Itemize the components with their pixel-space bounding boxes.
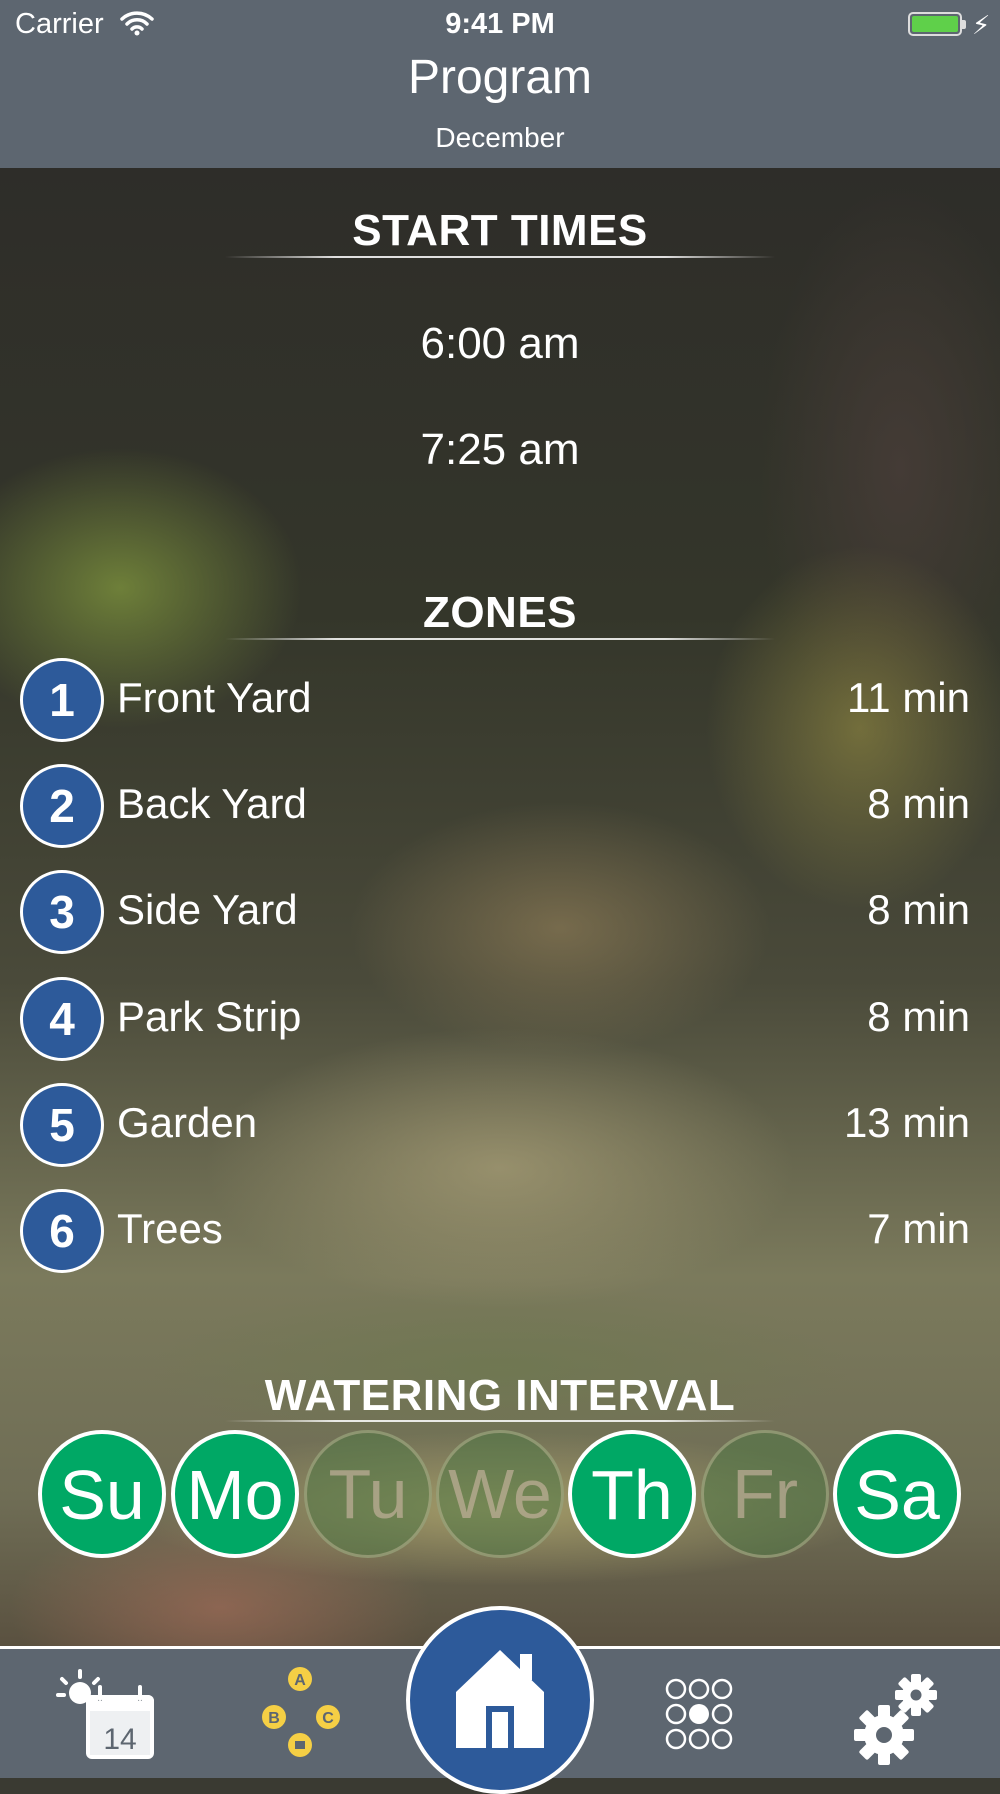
zone-name: Side Yard [117,886,298,933]
zones-heading: ZONES [422,588,578,637]
weather-calendar-icon: 14 [56,1669,154,1759]
page-title: Program [407,51,593,104]
day-toggle-sunday[interactable]: Su [38,1430,166,1558]
tab-settings[interactable] [848,1649,948,1781]
battery-level-fill [912,16,958,32]
tab-programs[interactable]: A B C [252,1649,352,1781]
zone-row[interactable]: 1 Front Yard 11 min [0,658,1000,748]
calendar-day-number: 14 [103,1723,136,1756]
zones-grid-icon [665,1678,733,1750]
zone-duration: 11 min [847,674,970,721]
zone-number-badge: 4 [20,977,104,1061]
zone-number-badge: 5 [20,1083,104,1167]
start-times-divider [225,256,775,258]
status-bar: Carrier 9:41 PM ⚡︎ [0,0,1000,48]
zone-row[interactable]: 2 Back Yard 8 min [0,764,1000,854]
zone-name: Front Yard [117,674,312,721]
tab-weather-calendar[interactable]: 14 [50,1649,160,1781]
program-letter: B [268,1710,280,1727]
day-toggle-saturday[interactable]: Sa [833,1430,961,1558]
zone-number-badge: 1 [20,658,104,742]
day-toggle-monday[interactable]: Mo [171,1430,299,1558]
watering-interval-divider [225,1420,775,1422]
navigation-bar: Carrier 9:41 PM ⚡︎ Program December [0,0,1000,168]
battery-tip [962,20,966,29]
settings-gears-icon [854,1674,937,1765]
status-time: 9:41 PM [445,8,555,40]
zone-row[interactable]: 6 Trees 7 min [0,1189,1000,1279]
programs-abc-icon: A B C [262,1667,340,1757]
zone-number-badge: 3 [20,870,104,954]
day-toggle-friday[interactable]: Fr [701,1430,829,1558]
zone-row[interactable]: 5 Garden 13 min [0,1083,1000,1173]
battery-icon [908,12,962,36]
start-time-item[interactable]: 6:00 am [0,319,1000,369]
zone-number-badge: 2 [20,764,104,848]
day-toggle-wednesday[interactable]: We [436,1430,564,1558]
watering-interval-heading: WATERING INTERVAL [264,1371,736,1420]
day-toggle-thursday[interactable]: Th [568,1430,696,1558]
program-letter: A [294,1672,306,1689]
zone-name: Park Strip [117,993,302,1040]
zone-number-badge: 6 [20,1189,104,1273]
home-button[interactable] [406,1606,594,1794]
start-time-item[interactable]: 7:25 am [0,425,1000,475]
zones-divider [225,638,775,640]
zone-duration: 7 min [867,1205,970,1252]
zone-name: Garden [117,1099,258,1146]
zone-name: Back Yard [117,780,307,827]
zone-name: Trees [117,1205,223,1252]
start-times-heading: START TIMES [352,206,648,255]
zone-duration: 8 min [867,993,970,1040]
zone-row[interactable]: 3 Side Yard 8 min [0,870,1000,960]
charging-bolt-icon: ⚡︎ [972,10,991,40]
zone-duration: 13 min [843,1099,970,1146]
zone-duration: 8 min [867,886,970,933]
page-subtitle: December [435,122,565,153]
day-toggle-tuesday[interactable]: Tu [304,1430,432,1558]
zone-duration: 8 min [867,780,970,827]
zone-row[interactable]: 4 Park Strip 8 min [0,977,1000,1067]
home-icon [456,1650,544,1748]
tab-zones[interactable] [655,1649,755,1781]
program-letter: C [322,1710,334,1727]
